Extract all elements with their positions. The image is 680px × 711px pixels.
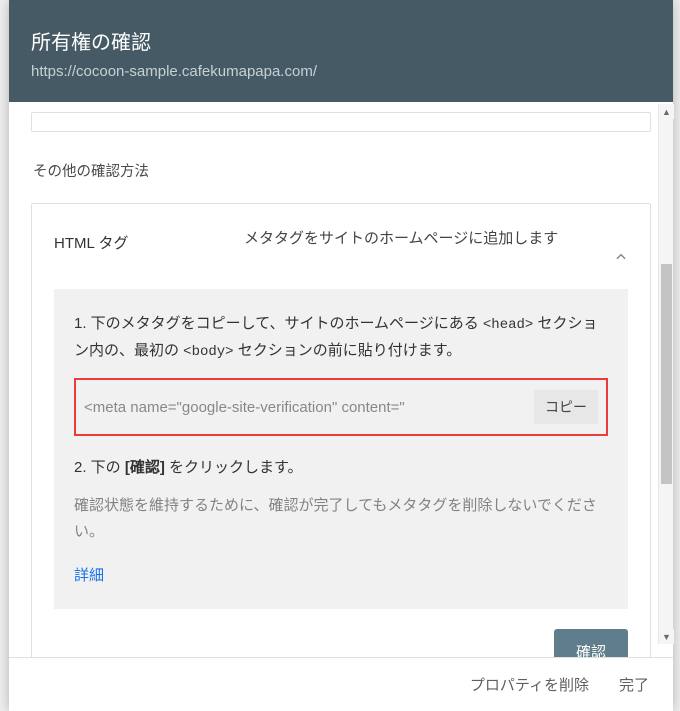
chevron-up-icon[interactable] (614, 226, 628, 267)
method-name: HTML タグ (54, 226, 244, 253)
method-desc: メタタグをサイトのホームページに追加します (244, 226, 614, 252)
panel-header: HTML タグ メタタグをサイトのホームページに追加します (54, 226, 628, 267)
site-url: https://cocoon-sample.cafekumapapa.com/ (31, 63, 651, 80)
dialog-header: 所有権の確認 https://cocoon-sample.cafekumapap… (9, 0, 673, 102)
dialog-body: その他の確認方法 HTML タグ メタタグをサイトのホームページに追加します 1… (9, 102, 673, 657)
dialog-footer: プロパティを削除 完了 (9, 657, 673, 711)
html-tag-panel: HTML タグ メタタグをサイトのホームページに追加します 1. 下のメタタグを… (31, 203, 651, 657)
confirm-button[interactable]: 確認 (554, 629, 628, 658)
other-methods-label: その他の確認方法 (31, 160, 651, 181)
retain-note: 確認状態を維持するために、確認が完了してもメタタグを削除しないでください。 (74, 493, 608, 546)
instruction-box: 1. 下のメタタグをコピーして、サイトのホームページにある <head> セクシ… (54, 289, 628, 609)
scrollbar-thumb[interactable] (661, 264, 672, 484)
previous-panel-stub (31, 112, 651, 132)
scroll-down-icon[interactable]: ▼ (659, 629, 674, 644)
confirm-row: 確認 (54, 629, 628, 658)
ownership-verify-dialog: 所有権の確認 https://cocoon-sample.cafekumapap… (9, 0, 673, 711)
delete-property-button[interactable]: プロパティを削除 (470, 674, 589, 695)
copy-button[interactable]: コピー (534, 390, 598, 424)
meta-tag-row: <meta name="google-site-verification" co… (74, 378, 608, 436)
dialog-title: 所有権の確認 (31, 26, 651, 55)
done-button[interactable]: 完了 (619, 674, 649, 695)
step2-text: 2. 下の [確認] をクリックします。 (74, 456, 608, 477)
detail-link[interactable]: 詳細 (74, 567, 104, 584)
scroll-up-icon[interactable]: ▲ (659, 104, 674, 119)
meta-snippet[interactable]: <meta name="google-site-verification" co… (84, 399, 526, 416)
step1-text: 1. 下のメタタグをコピーして、サイトのホームページにある <head> セクシ… (74, 311, 608, 364)
scrollbar[interactable]: ▲ ▼ (658, 104, 673, 644)
